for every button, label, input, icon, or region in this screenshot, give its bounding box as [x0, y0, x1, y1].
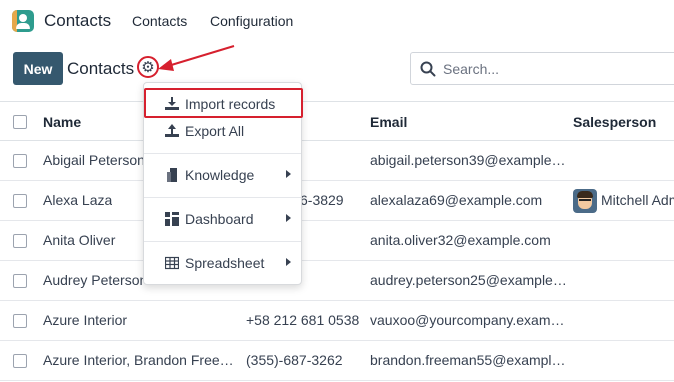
menu-item-label: Spreadsheet [185, 255, 265, 271]
upload-icon [165, 124, 179, 137]
menu-item-label: Dashboard [185, 211, 254, 227]
cell-name: Audrey Peterson [43, 272, 143, 288]
cell-phone: 6-3829 [300, 192, 344, 208]
cell-name: Azure Interior, Brandon Free… [43, 352, 234, 368]
row-checkbox[interactable] [13, 314, 27, 328]
nav-item-configuration[interactable]: Configuration [210, 13, 293, 29]
menu-item-knowledge[interactable]: Knowledge [144, 160, 301, 190]
menu-item-label: Export All [185, 123, 245, 139]
search-icon [420, 61, 436, 77]
menu-item-spreadsheet[interactable]: Spreadsheet [144, 248, 301, 278]
nav-item-contacts[interactable]: Contacts [132, 13, 187, 29]
table-row[interactable]: Anita Oliver anita.oliver32@example.com [0, 221, 674, 261]
cell-email: vauxoo@yourcompany.exam… [370, 312, 565, 328]
cell-phone: +58 212 681 0538 [246, 312, 360, 328]
select-all-checkbox[interactable] [13, 115, 27, 129]
top-navbar: Contacts Contacts Configuration [0, 0, 674, 42]
cell-email: audrey.peterson25@example… [370, 272, 567, 288]
cell-name: Abigail Peterson [43, 152, 143, 168]
cell-phone: (355)-687-3262 [246, 352, 343, 368]
breadcrumb: Contacts [67, 59, 135, 78]
cell-salesperson: Mitchell Adm [601, 192, 674, 208]
table-row[interactable]: Abigail Peterson abigail.peterson39@exam… [0, 141, 674, 181]
column-header-salesperson[interactable]: Salesperson [573, 114, 656, 130]
search-box[interactable] [410, 52, 674, 85]
cell-email: brandon.freeman55@exampl… [370, 352, 566, 368]
row-checkbox[interactable] [13, 194, 27, 208]
chevron-right-icon [286, 214, 291, 222]
table-row[interactable]: Azure Interior, Brandon Free… (355)-687-… [0, 341, 674, 381]
cell-name: Anita Oliver [43, 232, 116, 248]
chevron-right-icon [286, 170, 291, 178]
menu-item-label: Knowledge [185, 167, 255, 183]
annotation-arrow [158, 45, 235, 71]
table-header: Name Email Salesperson [0, 101, 674, 141]
column-header-name[interactable]: Name [43, 114, 81, 130]
table-row[interactable]: Audrey Peterson audrey.peterson25@exampl… [0, 261, 674, 301]
app-title[interactable]: Contacts [44, 11, 111, 31]
table-icon [165, 256, 179, 270]
menu-divider [144, 197, 301, 198]
column-header-email[interactable]: Email [370, 114, 407, 130]
table-row[interactable]: Alexa Laza 6-3829 alexalaza69@example.co… [0, 181, 674, 221]
avatar [573, 189, 597, 213]
row-checkbox[interactable] [13, 354, 27, 368]
row-checkbox[interactable] [13, 234, 27, 248]
bookmark-icon [167, 168, 177, 182]
highlight-box [144, 88, 303, 118]
table-row[interactable]: Azure Interior +58 212 681 0538 vauxoo@y… [0, 301, 674, 341]
cell-email: anita.oliver32@example.com [370, 232, 551, 248]
chevron-right-icon [286, 258, 291, 266]
new-button[interactable]: New [13, 52, 63, 85]
cell-name: Azure Interior [43, 312, 128, 328]
menu-divider [144, 153, 301, 154]
cell-email: abigail.peterson39@example… [370, 152, 566, 168]
menu-divider [144, 241, 301, 242]
actions-dropdown-menu: Import records Export All Knowledge Dash… [143, 82, 303, 285]
cell-name: Alexa Laza [43, 192, 113, 208]
contacts-app-icon[interactable] [12, 10, 34, 32]
menu-item-export-all[interactable]: Export All [144, 116, 301, 146]
cell-email: alexalaza69@example.com [370, 192, 543, 208]
dashboard-icon [165, 212, 179, 226]
row-checkbox[interactable] [13, 274, 27, 288]
search-input[interactable] [443, 53, 673, 84]
menu-item-dashboard[interactable]: Dashboard [144, 204, 301, 234]
row-checkbox[interactable] [13, 154, 27, 168]
